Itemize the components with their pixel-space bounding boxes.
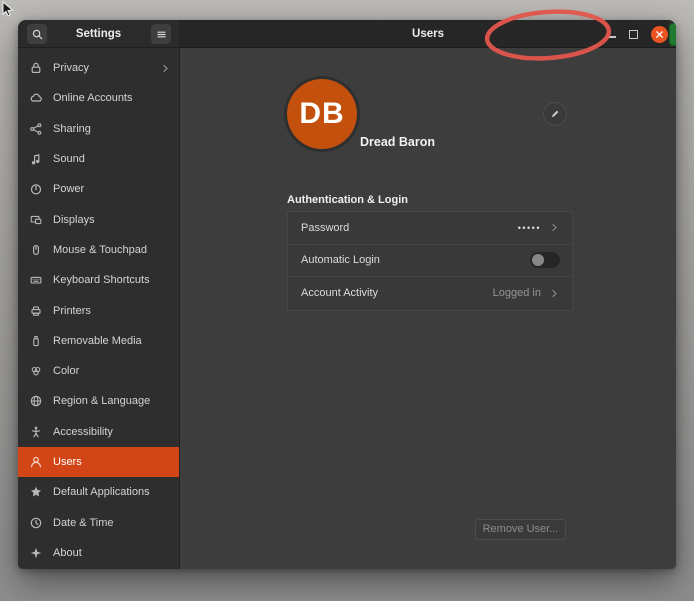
- minimize-icon[interactable]: [607, 30, 616, 39]
- window-controls: [607, 20, 668, 48]
- sidebar-item-label: Mouse & Touchpad: [53, 244, 147, 256]
- sidebar-item-label: Accessibility: [53, 426, 113, 438]
- share-icon: [29, 122, 43, 136]
- automatic-login-row: Automatic Login: [288, 245, 572, 278]
- account-activity-value: Logged in: [493, 287, 541, 299]
- user-name: Dread Baron: [360, 107, 435, 177]
- sidebar-item-label: Sharing: [53, 123, 91, 135]
- sidebar: Privacy Online Accounts Sharing Sound Po…: [18, 48, 180, 569]
- sidebar-item-label: Power: [53, 183, 84, 195]
- sidebar-item-displays[interactable]: Displays: [18, 204, 179, 234]
- sidebar-item-label: Keyboard Shortcuts: [53, 274, 150, 286]
- sidebar-item-label: Removable Media: [53, 335, 142, 347]
- sidebar-item-label: Sound: [53, 153, 85, 165]
- globe-icon: [29, 394, 43, 408]
- cloud-icon: [29, 91, 43, 105]
- sidebar-item-region-language[interactable]: Region & Language: [18, 386, 179, 416]
- account-activity-label: Account Activity: [301, 287, 378, 299]
- sidebar-item-label: About: [53, 547, 82, 559]
- automatic-login-toggle[interactable]: [530, 252, 560, 268]
- password-label: Password: [301, 222, 349, 234]
- sparkle-icon: [29, 546, 43, 560]
- sidebar-item-keyboard-shortcuts[interactable]: Keyboard Shortcuts: [18, 265, 179, 295]
- pencil-icon: [549, 108, 561, 120]
- color-icon: [29, 364, 43, 378]
- sidebar-item-label: Displays: [53, 214, 95, 226]
- automatic-login-label: Automatic Login: [301, 254, 380, 266]
- sidebar-item-default-applications[interactable]: Default Applications: [18, 477, 179, 507]
- sidebar-item-removable-media[interactable]: Removable Media: [18, 326, 179, 356]
- chevron-right-icon: [549, 288, 560, 299]
- auth-login-panel: Password ••••• Automatic Login Account A…: [287, 211, 573, 311]
- sidebar-item-label: Date & Time: [53, 517, 114, 529]
- accessibility-icon: [29, 425, 43, 439]
- printer-icon: [29, 304, 43, 318]
- add-user-button[interactable]: Add User...: [669, 23, 676, 46]
- sidebar-item-color[interactable]: Color: [18, 356, 179, 386]
- sidebar-item-sharing[interactable]: Sharing: [18, 114, 179, 144]
- toggle-knob: [532, 254, 544, 266]
- sidebar-item-label: Default Applications: [53, 486, 150, 498]
- sidebar-item-mouse-touchpad[interactable]: Mouse & Touchpad: [18, 235, 179, 265]
- sidebar-item-label: Users: [53, 456, 82, 468]
- sidebar-item-label: Privacy: [53, 62, 89, 74]
- sidebar-item-date-time[interactable]: Date & Time: [18, 507, 179, 537]
- sidebar-item-about[interactable]: About: [18, 538, 179, 568]
- settings-window: Settings Users Add User... Privacy: [18, 20, 676, 569]
- password-row[interactable]: Password •••••: [288, 212, 572, 245]
- sidebar-item-power[interactable]: Power: [18, 174, 179, 204]
- keyboard-icon: [29, 273, 43, 287]
- lock-icon: [29, 61, 43, 75]
- sidebar-header: Settings: [18, 20, 180, 48]
- sidebar-item-privacy[interactable]: Privacy: [18, 53, 179, 83]
- section-title: Authentication & Login: [287, 194, 408, 206]
- remove-user-button[interactable]: Remove User...: [475, 519, 566, 540]
- users-panel: DB Dread Baron Authentication & Login Pa…: [180, 48, 676, 569]
- hamburger-menu-icon: [155, 28, 168, 41]
- speaker-note-icon: [29, 152, 43, 166]
- content-header: Users Add User...: [180, 20, 676, 48]
- mouse-cursor-icon: [1, 1, 17, 19]
- mouse-icon: [29, 243, 43, 257]
- close-icon[interactable]: [651, 26, 668, 43]
- usb-media-icon: [29, 334, 43, 348]
- page-title: Users: [180, 20, 676, 48]
- sidebar-item-online-accounts[interactable]: Online Accounts: [18, 83, 179, 113]
- menu-button[interactable]: [151, 24, 171, 44]
- chevron-right-icon: [549, 222, 560, 233]
- display-icon: [29, 213, 43, 227]
- sidebar-item-sound[interactable]: Sound: [18, 144, 179, 174]
- user-icon: [29, 455, 43, 469]
- sidebar-item-accessibility[interactable]: Accessibility: [18, 417, 179, 447]
- avatar: DB: [287, 79, 357, 149]
- clock-icon: [29, 516, 43, 530]
- sidebar-item-users[interactable]: Users: [18, 447, 179, 477]
- star-icon: [29, 485, 43, 499]
- avatar-initials: DB: [299, 97, 344, 131]
- password-value: •••••: [518, 223, 541, 233]
- maximize-icon[interactable]: [629, 30, 638, 39]
- chevron-right-icon: [160, 63, 171, 74]
- sidebar-item-label: Region & Language: [53, 395, 150, 407]
- edit-name-button[interactable]: [543, 102, 567, 126]
- sidebar-item-label: Color: [53, 365, 79, 377]
- account-activity-row[interactable]: Account Activity Logged in: [288, 277, 572, 310]
- sidebar-item-label: Online Accounts: [53, 92, 133, 104]
- sidebar-item-label: Printers: [53, 305, 91, 317]
- titlebar: Settings Users Add User...: [18, 20, 676, 48]
- power-icon: [29, 182, 43, 196]
- sidebar-item-printers[interactable]: Printers: [18, 295, 179, 325]
